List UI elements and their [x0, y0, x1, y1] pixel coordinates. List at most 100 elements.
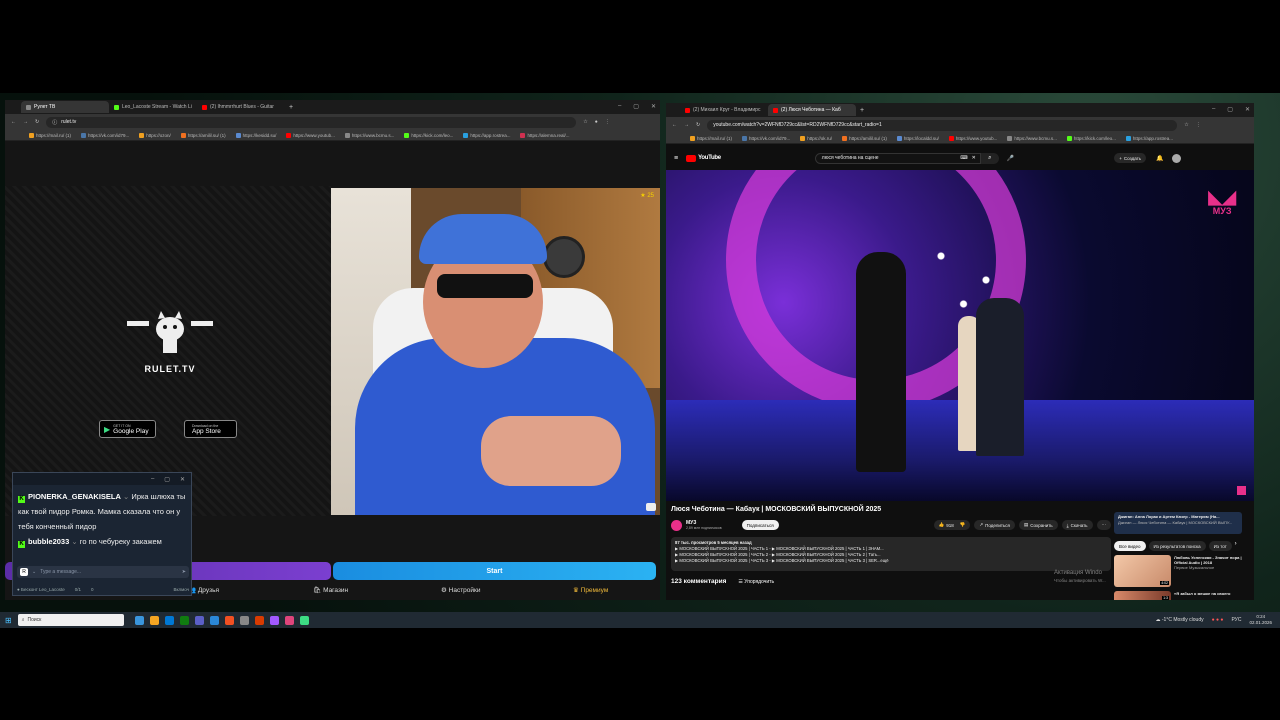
forward-icon[interactable]: → [23, 119, 28, 125]
notifications-icon[interactable]: 🔔 [1156, 155, 1163, 162]
taskbar-search-input[interactable]: ⌕ Поиск [17, 614, 124, 626]
star-icon[interactable]: ☆ [583, 119, 587, 125]
new-tab-button[interactable]: + [289, 104, 293, 111]
more-actions-button[interactable]: ⋯ [1096, 520, 1111, 530]
bookmark-item[interactable]: https://ozon/ [139, 132, 171, 138]
search-button[interactable]: ⌕ [980, 152, 999, 164]
google-play-button[interactable]: ▶ GET IT ON Google Play [99, 420, 156, 438]
profile-icon[interactable]: ● [595, 119, 598, 125]
menu-icon[interactable]: ⋮ [605, 119, 610, 125]
maximize-icon[interactable]: ▢ [633, 103, 639, 110]
taskbar-app-icon[interactable] [134, 615, 144, 625]
recommendation-item[interactable]: 4:02 Любовь Успенская - Значит пора | Of… [1114, 555, 1248, 589]
chevron-right-icon[interactable]: › [1235, 541, 1237, 551]
right-url-field[interactable]: youtube.com/watch?v=2WFNfD729cc&list=RD2… [707, 119, 1178, 131]
youtube-search-input[interactable]: люся чеботина на сцене ⌨ ✕ [814, 152, 981, 164]
chat-footer-right[interactable]: Вклмоч [174, 587, 190, 592]
taskbar-app-icon[interactable] [149, 615, 159, 625]
clock[interactable]: 0:24 02.01.2026 [1249, 614, 1272, 626]
bookmark-item[interactable]: https://www.bcmu.s... [1007, 135, 1057, 141]
minimize-icon[interactable]: – [1212, 106, 1215, 113]
site-info-icon[interactable]: ⓘ [52, 119, 57, 126]
subscribe-button[interactable]: Подписаться [741, 520, 779, 530]
playlist-panel[interactable]: Джиган: Анна Лорак и Артем Качер - Матер… [1114, 512, 1242, 534]
chat-minimize-icon[interactable]: – [151, 476, 154, 482]
tab-rulet[interactable]: Рулет ТВ [21, 101, 109, 113]
chip-from[interactable]: Из тот [1208, 541, 1232, 551]
chip-search-results[interactable]: Из результатов поиска [1148, 541, 1206, 551]
chat-maximize-icon[interactable]: ▢ [164, 476, 170, 483]
bookmark-item[interactable]: https://mail.ru/ (1) [690, 135, 732, 141]
description-box[interactable]: 87 тыс. просмотров 5 месяцев назад ▶ МОС… [671, 537, 1111, 571]
app-store-button[interactable]: Download on the App Store [184, 420, 237, 438]
chat-close-icon[interactable]: ✕ [180, 476, 185, 483]
taskbar-app-icon[interactable] [194, 615, 204, 625]
tab-yt-chebotina[interactable]: (2) Люся Чеботина — Каб [768, 104, 856, 116]
bookmark-item[interactable]: https://kick.com/leo... [404, 132, 453, 138]
nav-settings[interactable]: ⚙ Настройки [441, 586, 481, 594]
weather-widget[interactable]: ☁ -1°C Mostly cloudy [1155, 617, 1203, 623]
forward-icon[interactable]: → [684, 122, 689, 128]
bookmark-item[interactable]: https://localdd.su/ [896, 135, 939, 141]
send-icon[interactable]: ➤ [182, 569, 186, 575]
create-button[interactable]: + Создать [1114, 153, 1147, 163]
webcam-chat-icon[interactable] [646, 503, 656, 511]
star-icon[interactable]: ☆ [1184, 122, 1188, 128]
sort-button[interactable]: ☰ Упорядочить [738, 579, 774, 585]
menu-icon[interactable]: ⋮ [1196, 122, 1201, 128]
like-button[interactable]: 👍 918 👎 [933, 520, 971, 530]
avatar[interactable] [1171, 153, 1181, 163]
chat-input[interactable]: Type a message... [40, 569, 178, 575]
bookmark-item[interactable]: https://www.youtub... [948, 135, 997, 141]
close-icon[interactable]: ✕ [651, 103, 656, 110]
language-indicator[interactable]: РУС [1231, 617, 1241, 623]
webcam-video[interactable]: ★ 25 [331, 188, 660, 515]
reload-icon[interactable]: ↻ [696, 122, 700, 128]
dislike-icon[interactable]: 👎 [960, 522, 966, 528]
taskbar-app-icon[interactable] [224, 615, 234, 625]
bookmark-item[interactable]: https://kick.com/leo... [1066, 135, 1116, 141]
download-button[interactable]: ⤓ Скачать [1061, 520, 1093, 530]
youtube-logo[interactable]: YouTube [686, 154, 721, 162]
taskbar-app-icon[interactable] [254, 615, 264, 625]
start-button[interactable]: Start [333, 562, 656, 580]
bookmark-item[interactable]: https://amilil.su/ (1) [842, 135, 887, 141]
mic-icon[interactable]: 🎤 [1007, 155, 1014, 162]
back-icon[interactable]: ← [672, 122, 677, 128]
bookmark-item[interactable]: https://vk.com/id79... [742, 135, 790, 141]
video-player[interactable]: ◣◢ МУЗ [666, 170, 1254, 501]
bookmark-item[interactable]: https://app.rostrea... [463, 132, 510, 138]
chip-all[interactable]: Все видео [1114, 541, 1146, 551]
taskbar-app-icon[interactable] [284, 615, 294, 625]
bookmark-item[interactable]: https://alemna.real/... [520, 132, 569, 138]
new-tab-button[interactable]: + [860, 107, 864, 114]
left-url-field[interactable]: ⓘ rulet.tv [46, 116, 577, 128]
nav-shop[interactable]: 🛍 Магазин [313, 586, 348, 594]
share-button[interactable]: ↗ Поделиться [974, 520, 1015, 530]
keyboard-icon[interactable]: ⌨ [960, 155, 967, 161]
clear-search-icon[interactable]: ✕ [972, 155, 976, 161]
bookmark-item[interactable]: https://app.rostrea... [1125, 135, 1173, 141]
save-button[interactable]: ▤ Сохранить [1018, 520, 1058, 530]
taskbar-app-icon[interactable] [239, 615, 249, 625]
taskbar-app-icon[interactable] [209, 615, 219, 625]
tray-icons[interactable]: ● ● ● [1212, 617, 1224, 623]
taskbar-app-icon[interactable] [164, 615, 174, 625]
channel-avatar[interactable] [671, 519, 682, 531]
bookmark-item[interactable]: https://kesidd.su/ [235, 132, 276, 138]
tab-kick[interactable]: Leo_Lacoste Stream - Watch Li [109, 101, 197, 113]
bookmark-item[interactable]: https://ok.ru/ [800, 135, 832, 141]
bookmark-item[interactable]: https://www.youtub... [286, 132, 335, 138]
maximize-icon[interactable]: ▢ [1227, 106, 1233, 113]
taskbar-app-icon[interactable] [179, 615, 189, 625]
recommendation-item[interactable]: 1:3 «Я забыл о мешке на своего [1114, 591, 1248, 600]
back-icon[interactable]: ← [11, 119, 16, 125]
bookmark-item[interactable]: https://www.bcmu.s... [344, 132, 394, 138]
tab-yt-krug[interactable]: (2) Михаил Круг - Владимирс [680, 104, 768, 116]
bookmark-item[interactable]: https://mail.ru/ (1) [29, 132, 71, 138]
tab-youtube[interactable]: (2) Ihmmrrhurt Blues - Guitar [197, 101, 285, 113]
nav-premium[interactable]: ♛ Премиум [573, 586, 608, 594]
minimize-icon[interactable]: – [618, 103, 621, 110]
close-icon[interactable]: ✕ [1245, 106, 1250, 113]
chat-username[interactable]: bubble2033 [28, 537, 69, 546]
